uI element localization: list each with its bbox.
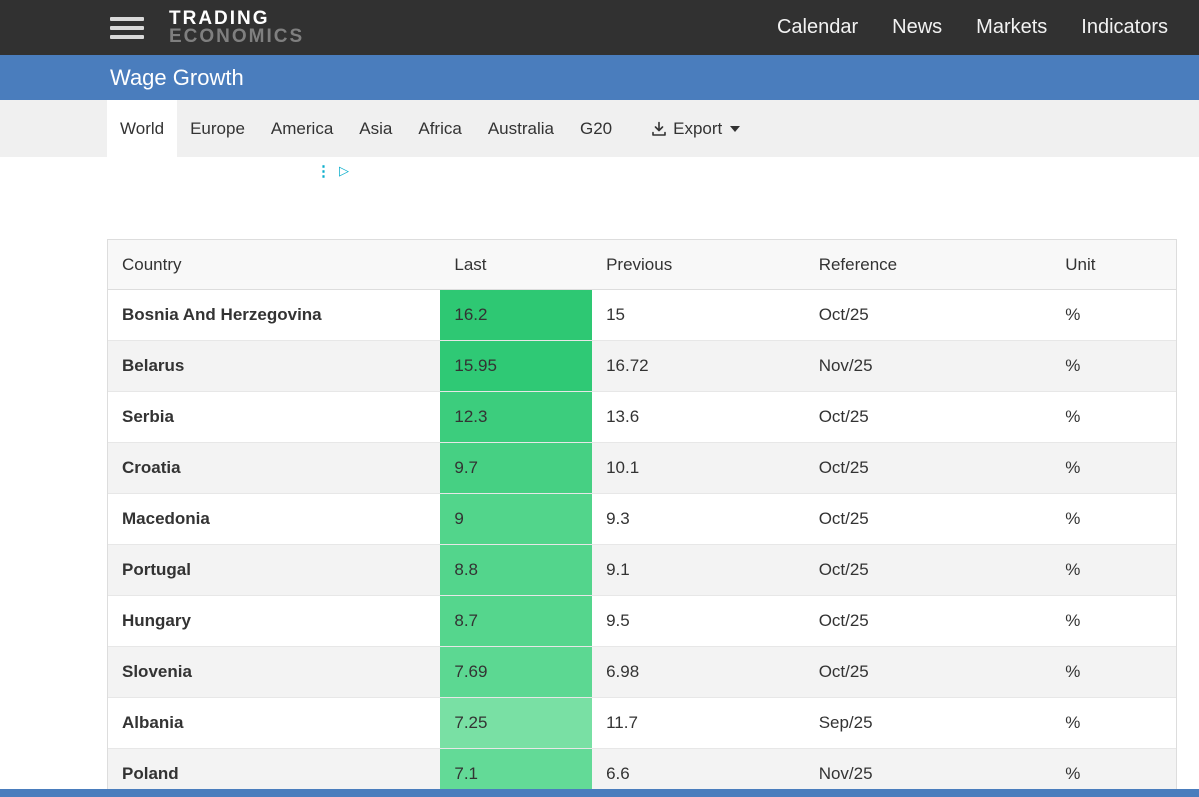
last-value-cell: 7.69 [440, 647, 592, 697]
reference-cell: Oct/25 [805, 647, 1052, 697]
table-row: Portugal 8.8 9.1 Oct/25 % [108, 545, 1176, 596]
previous-value-cell: 10.1 [592, 443, 805, 493]
country-link[interactable]: Belarus [108, 341, 440, 391]
reference-cell: Oct/25 [805, 545, 1052, 595]
menu-bar [110, 17, 144, 21]
table-row: Hungary 8.7 9.5 Oct/25 % [108, 596, 1176, 647]
column-header-previous: Previous [592, 240, 805, 289]
unit-cell: % [1051, 290, 1176, 340]
tab-world[interactable]: World [107, 100, 177, 157]
last-value-cell: 16.2 [440, 290, 592, 340]
last-value-cell: 8.7 [440, 596, 592, 646]
tab-america[interactable]: America [258, 100, 346, 157]
country-link[interactable]: Bosnia And Herzegovina [108, 290, 440, 340]
tab-europe[interactable]: Europe [177, 100, 258, 157]
nav-item-news[interactable]: News [875, 16, 959, 39]
table-row: Croatia 9.7 10.1 Oct/25 % [108, 443, 1176, 494]
page-header: Wage Growth [0, 55, 1199, 100]
reference-cell: Oct/25 [805, 443, 1052, 493]
country-link[interactable]: Hungary [108, 596, 440, 646]
region-tabbar: World Europe America Asia Africa Austral… [0, 100, 1199, 157]
last-value-cell: 9 [440, 494, 592, 544]
wage-growth-table: Country Last Previous Reference Unit Bos… [107, 239, 1177, 797]
caret-down-icon [730, 126, 740, 132]
menu-icon[interactable] [110, 17, 144, 39]
adchoices-icon[interactable]: ▷ [339, 163, 349, 179]
ad-area: ⋮ ▷ [0, 157, 1199, 239]
country-link[interactable]: Albania [108, 698, 440, 748]
table-row: Albania 7.25 11.7 Sep/25 % [108, 698, 1176, 749]
ad-controls: ⋮ ▷ [316, 162, 349, 180]
table-row: Serbia 12.3 13.6 Oct/25 % [108, 392, 1176, 443]
nav-item-indicators[interactable]: Indicators [1064, 16, 1185, 39]
unit-cell: % [1051, 392, 1176, 442]
export-label: Export [673, 119, 722, 139]
country-link[interactable]: Slovenia [108, 647, 440, 697]
table-body: Bosnia And Herzegovina 16.2 15 Oct/25 % … [108, 290, 1176, 797]
unit-cell: % [1051, 341, 1176, 391]
country-link[interactable]: Croatia [108, 443, 440, 493]
navbar-menu: Calendar News Markets Indicators [760, 16, 1199, 39]
menu-bar [110, 26, 144, 30]
tab-g20[interactable]: G20 [567, 100, 625, 157]
logo-line-economics: ECONOMICS [169, 28, 304, 46]
nav-item-markets[interactable]: Markets [959, 16, 1064, 39]
reference-cell: Oct/25 [805, 494, 1052, 544]
reference-cell: Oct/25 [805, 392, 1052, 442]
reference-cell: Sep/25 [805, 698, 1052, 748]
menu-bar [110, 35, 144, 39]
column-header-last: Last [440, 240, 592, 289]
table-header-row: Country Last Previous Reference Unit [108, 240, 1176, 290]
previous-value-cell: 11.7 [592, 698, 805, 748]
table-row: Belarus 15.95 16.72 Nov/25 % [108, 341, 1176, 392]
navbar-left: TRADING ECONOMICS [0, 10, 304, 46]
column-header-unit: Unit [1051, 240, 1176, 289]
download-icon [651, 121, 667, 137]
last-value-cell: 9.7 [440, 443, 592, 493]
previous-value-cell: 15 [592, 290, 805, 340]
previous-value-cell: 9.3 [592, 494, 805, 544]
unit-cell: % [1051, 647, 1176, 697]
table-row: Bosnia And Herzegovina 16.2 15 Oct/25 % [108, 290, 1176, 341]
logo-line-trading: TRADING [169, 10, 304, 28]
previous-value-cell: 13.6 [592, 392, 805, 442]
column-header-reference: Reference [805, 240, 1052, 289]
country-link[interactable]: Serbia [108, 392, 440, 442]
table-row: Slovenia 7.69 6.98 Oct/25 % [108, 647, 1176, 698]
logo[interactable]: TRADING ECONOMICS [169, 10, 304, 46]
reference-cell: Nov/25 [805, 341, 1052, 391]
last-value-cell: 12.3 [440, 392, 592, 442]
previous-value-cell: 9.5 [592, 596, 805, 646]
unit-cell: % [1051, 545, 1176, 595]
ad-options-icon[interactable]: ⋮ [316, 162, 331, 180]
tab-africa[interactable]: Africa [405, 100, 474, 157]
tab-asia[interactable]: Asia [346, 100, 405, 157]
last-value-cell: 15.95 [440, 341, 592, 391]
reference-cell: Oct/25 [805, 290, 1052, 340]
country-link[interactable]: Portugal [108, 545, 440, 595]
column-header-country: Country [108, 240, 440, 289]
previous-value-cell: 16.72 [592, 341, 805, 391]
previous-value-cell: 9.1 [592, 545, 805, 595]
page-title: Wage Growth [0, 65, 244, 91]
export-button[interactable]: Export [641, 100, 750, 157]
unit-cell: % [1051, 443, 1176, 493]
unit-cell: % [1051, 494, 1176, 544]
top-navbar: TRADING ECONOMICS Calendar News Markets … [0, 0, 1199, 55]
previous-value-cell: 6.98 [592, 647, 805, 697]
bottom-banner [0, 789, 1199, 797]
last-value-cell: 8.8 [440, 545, 592, 595]
reference-cell: Oct/25 [805, 596, 1052, 646]
nav-item-calendar[interactable]: Calendar [760, 16, 875, 39]
unit-cell: % [1051, 698, 1176, 748]
unit-cell: % [1051, 596, 1176, 646]
table-row: Macedonia 9 9.3 Oct/25 % [108, 494, 1176, 545]
last-value-cell: 7.25 [440, 698, 592, 748]
country-link[interactable]: Macedonia [108, 494, 440, 544]
tab-australia[interactable]: Australia [475, 100, 567, 157]
